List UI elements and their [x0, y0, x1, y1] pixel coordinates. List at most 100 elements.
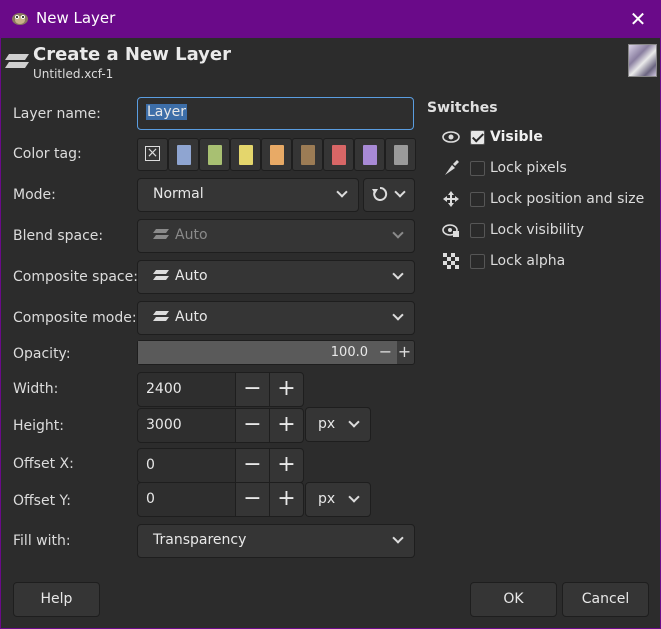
image-name: Untitled.xcf-1	[33, 67, 114, 81]
ok-button[interactable]: OK	[470, 582, 557, 617]
offset-x-decrease-button[interactable]: −	[235, 448, 270, 483]
switches-heading: Switches	[427, 100, 498, 116]
color-tag-label: Color tag:	[13, 146, 82, 162]
chevron-down-icon	[394, 186, 406, 198]
eye-icon	[442, 131, 460, 143]
color-tag-yellow[interactable]	[230, 138, 261, 171]
composite-space-value: Auto	[175, 268, 208, 284]
size-unit-value: px	[318, 416, 336, 432]
color-swatch	[363, 145, 377, 165]
lock-visibility-checkbox[interactable]	[470, 223, 485, 238]
checkerboard-icon	[443, 253, 459, 269]
color-tag-orange[interactable]	[261, 138, 292, 171]
color-tag-green[interactable]	[199, 138, 230, 171]
help-button[interactable]: Help	[13, 582, 100, 617]
chevron-down-icon	[348, 416, 360, 428]
height-input[interactable]: 3000	[137, 408, 236, 443]
layer-name-value: Layer	[146, 104, 188, 120]
image-thumbnail	[628, 44, 657, 77]
offset-x-increase-button[interactable]: +	[269, 448, 304, 483]
offset-y-label: Offset Y:	[13, 493, 71, 509]
mode-label: Mode:	[13, 187, 56, 203]
new-layer-dialog: Create a New Layer Untitled.xcf-1 Layer …	[1, 38, 660, 628]
chevron-down-icon	[392, 227, 404, 239]
size-unit-select[interactable]: px	[305, 407, 371, 442]
color-tag-none[interactable]: ×	[137, 138, 168, 171]
height-decrease-button[interactable]: −	[235, 408, 270, 443]
no-color-icon: ×	[145, 145, 160, 161]
lock-alpha-label[interactable]: Lock alpha	[490, 253, 565, 269]
composite-mode-select[interactable]: Auto	[137, 301, 415, 335]
opacity-decrease-button[interactable]: −	[376, 341, 395, 364]
blend-space-select[interactable]: Auto	[137, 219, 415, 253]
color-swatch	[239, 145, 253, 165]
chevron-down-icon	[392, 532, 404, 544]
offset-unit-value: px	[318, 491, 336, 507]
window-title: New Layer	[36, 9, 116, 27]
lock-alpha-checkbox[interactable]	[470, 254, 485, 269]
gimp-icon	[12, 13, 28, 25]
fill-with-select[interactable]: Transparency	[137, 524, 415, 558]
close-icon[interactable]: ✕	[627, 8, 649, 30]
mode-select[interactable]: Normal	[137, 178, 359, 212]
width-label: Width:	[13, 381, 59, 397]
width-increase-button[interactable]: +	[269, 372, 304, 407]
lock-visibility-label[interactable]: Lock visibility	[490, 222, 584, 238]
height-increase-button[interactable]: +	[269, 408, 304, 443]
color-tag-violet[interactable]	[354, 138, 385, 171]
dialog-heading: Create a New Layer	[33, 44, 231, 65]
fill-with-label: Fill with:	[13, 533, 71, 549]
color-tag-gray[interactable]	[385, 138, 416, 171]
offset-y-decrease-button[interactable]: −	[235, 482, 270, 517]
color-swatch	[394, 145, 408, 165]
layers-icon	[153, 270, 169, 280]
chevron-down-icon	[336, 186, 348, 198]
lock-position-checkbox[interactable]	[470, 192, 485, 207]
layers-icon	[153, 229, 169, 239]
composite-space-select[interactable]: Auto	[137, 260, 415, 294]
visible-label[interactable]: Visible	[490, 129, 543, 145]
eye-lock-icon	[442, 224, 459, 237]
color-swatch	[270, 145, 284, 165]
layer-icon	[5, 54, 29, 68]
lock-pixels-checkbox[interactable]	[470, 161, 485, 176]
offset-x-input[interactable]: 0	[137, 448, 236, 483]
move-icon	[443, 191, 459, 207]
layer-name-input[interactable]: Layer	[137, 97, 414, 130]
opacity-slider[interactable]: 100.0 − +	[137, 340, 415, 365]
color-swatch	[208, 145, 222, 165]
offset-unit-select[interactable]: px	[305, 482, 371, 517]
cancel-button[interactable]: Cancel	[562, 582, 649, 617]
chevron-down-icon	[392, 309, 404, 321]
layer-name-label: Layer name:	[13, 106, 101, 122]
offset-y-input[interactable]: 0	[137, 482, 236, 517]
color-swatch	[301, 145, 315, 165]
mode-group-select[interactable]	[363, 178, 415, 212]
opacity-value: 100.0	[330, 345, 368, 360]
width-input[interactable]: 2400	[137, 372, 236, 407]
offset-y-increase-button[interactable]: +	[269, 482, 304, 517]
offset-x-label: Offset X:	[13, 456, 74, 472]
color-tag-blue[interactable]	[168, 138, 199, 171]
chevron-down-icon	[348, 491, 360, 503]
color-tag-brown[interactable]	[292, 138, 323, 171]
visible-checkbox[interactable]	[470, 130, 485, 145]
blend-space-value: Auto	[175, 227, 208, 243]
height-label: Height:	[13, 418, 64, 434]
brush-icon	[445, 160, 459, 175]
lock-position-label[interactable]: Lock position and size	[490, 191, 644, 207]
title-bar: New Layer ✕	[0, 0, 661, 38]
composite-mode-value: Auto	[175, 309, 208, 325]
width-decrease-button[interactable]: −	[235, 372, 270, 407]
opacity-label: Opacity:	[13, 346, 71, 362]
blend-space-label: Blend space:	[13, 228, 104, 244]
color-swatch	[332, 145, 346, 165]
chevron-down-icon	[392, 268, 404, 280]
layers-icon	[153, 311, 169, 321]
composite-space-label: Composite space:	[13, 269, 138, 285]
composite-mode-label: Composite mode:	[13, 310, 137, 326]
lock-pixels-label[interactable]: Lock pixels	[490, 160, 567, 176]
color-tag-red[interactable]	[323, 138, 354, 171]
opacity-increase-button[interactable]: +	[395, 341, 414, 364]
mode-value: Normal	[153, 186, 204, 202]
